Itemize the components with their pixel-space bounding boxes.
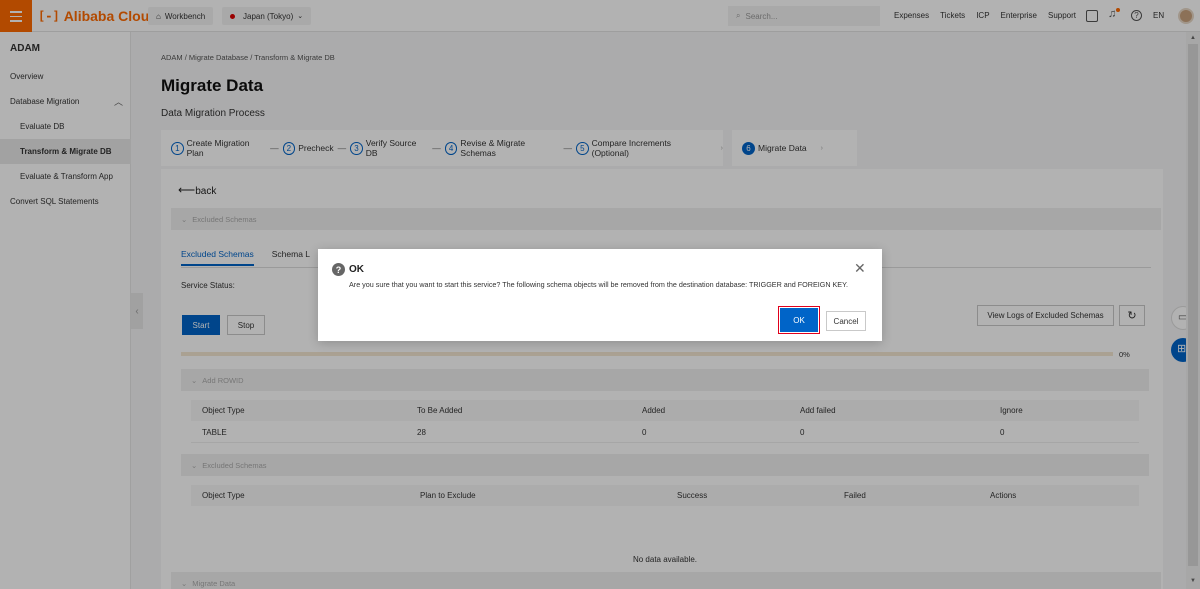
close-icon[interactable]: ✕ — [854, 260, 866, 277]
cancel-button[interactable]: Cancel — [826, 311, 866, 331]
dialog-title: OK — [349, 264, 364, 275]
ok-button[interactable]: OK — [778, 306, 820, 334]
question-icon: ? — [332, 263, 345, 276]
confirm-dialog: ? OK Are you sure that you want to start… — [318, 249, 882, 341]
dialog-message: Are you sure that you want to start this… — [349, 280, 848, 289]
